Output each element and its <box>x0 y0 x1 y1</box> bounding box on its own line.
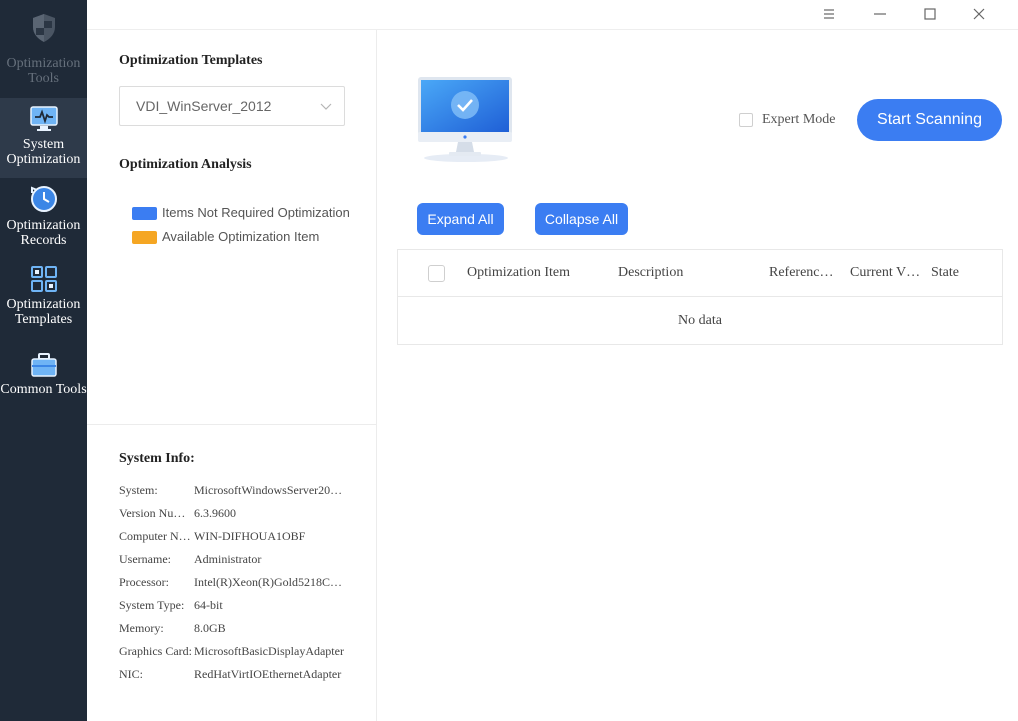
info-value: MicrosoftBasicDisplayAdapter <box>194 644 344 658</box>
sidebar-item-label: Templates <box>14 312 73 327</box>
info-value: Intel(R)Xeon(R)Gold5218C… <box>194 575 342 589</box>
info-value: 6.3.9600 <box>194 506 236 520</box>
info-key: Username: <box>119 552 171 566</box>
chevron-down-icon <box>320 103 332 110</box>
info-value: WIN-DIFHOUA1OBF <box>194 529 306 543</box>
select-all-checkbox[interactable] <box>428 265 445 282</box>
clock-history-icon <box>30 186 57 212</box>
sidebar-item-label: Common Tools <box>0 382 87 397</box>
info-key: Graphics Card: <box>119 644 191 658</box>
analysis-title: Optimization Analysis <box>119 157 252 172</box>
column-description[interactable]: Description <box>618 265 758 281</box>
info-key: NIC: <box>119 667 143 681</box>
brand-line1: Optimization <box>6 56 81 71</box>
info-value: Administrator <box>194 552 262 566</box>
expert-mode-box[interactable] <box>739 113 753 127</box>
column-optimization-item[interactable]: Optimization Item <box>467 265 607 281</box>
optimization-table: Optimization Item Description Referenc… … <box>397 249 1003 345</box>
column-current-value[interactable]: Current V… <box>850 265 922 281</box>
template-select[interactable]: VDI_WinServer_2012 <box>119 86 345 126</box>
sidebar-item-label: Optimization <box>6 152 81 167</box>
empty-state-text: No data <box>678 313 722 328</box>
sidebar-item-label: System <box>22 137 65 152</box>
sidebar-item-optimization-templates[interactable]: Optimization Templates <box>0 265 87 337</box>
toolbox-icon <box>30 353 57 377</box>
column-reference[interactable]: Referenc… <box>769 265 841 281</box>
system-info-divider <box>87 424 377 425</box>
legend-label: Available Optimization Item <box>162 229 320 244</box>
sidebar: Optimization Tools System Optimization O… <box>0 0 87 721</box>
info-value: 8.0GB <box>194 621 226 635</box>
info-key: Memory: <box>119 621 164 635</box>
info-value: RedHatVirtIOEthernetAdapter <box>194 667 342 681</box>
monitor-pulse-icon <box>29 106 58 131</box>
column-state[interactable]: State <box>931 265 991 281</box>
legend-swatch-blue <box>132 207 157 220</box>
sidebar-brand: Optimization Tools <box>0 8 87 86</box>
system-info-title: System Info: <box>119 451 195 466</box>
menu-icon[interactable] <box>819 4 839 24</box>
sidebar-item-system-optimization[interactable]: System Optimization <box>0 98 87 178</box>
close-icon[interactable] <box>969 4 989 24</box>
collapse-all-button[interactable]: Collapse All <box>535 203 628 235</box>
maximize-icon[interactable] <box>920 4 940 24</box>
info-key: Processor: <box>119 575 169 589</box>
info-value: 64-bit <box>194 598 223 612</box>
brand-line2: Tools <box>28 71 59 86</box>
sidebar-item-label: Records <box>20 233 67 248</box>
table-header: Optimization Item Description Referenc… … <box>398 250 1002 297</box>
start-scanning-button[interactable]: Start Scanning <box>857 99 1002 141</box>
template-grid-icon <box>30 266 57 292</box>
titlebar-divider <box>87 29 1018 30</box>
info-value: MicrosoftWindowsServer20… <box>194 483 343 497</box>
info-key: Computer N… <box>119 529 191 543</box>
sidebar-item-common-tools[interactable]: Common Tools <box>0 352 87 408</box>
template-select-value: VDI_WinServer_2012 <box>136 98 272 114</box>
shield-logo-icon <box>32 14 55 42</box>
info-key: System Type: <box>119 598 185 612</box>
panel-divider <box>376 30 377 721</box>
templates-title: Optimization Templates <box>119 53 263 68</box>
info-key: Version Nu… <box>119 506 186 520</box>
expert-mode-label: Expert Mode <box>762 112 836 127</box>
sidebar-item-optimization-records[interactable]: Optimization Records <box>0 184 87 256</box>
info-key: System: <box>119 483 158 497</box>
minimize-icon[interactable] <box>870 4 890 24</box>
sidebar-item-label: Optimization <box>6 218 81 233</box>
expand-all-button[interactable]: Expand All <box>417 203 504 235</box>
legend-label: Items Not Required Optimization <box>162 205 350 220</box>
legend-swatch-orange <box>132 231 157 244</box>
sidebar-item-label: Optimization <box>6 297 81 312</box>
monitor-check-illustration-icon <box>418 77 512 162</box>
